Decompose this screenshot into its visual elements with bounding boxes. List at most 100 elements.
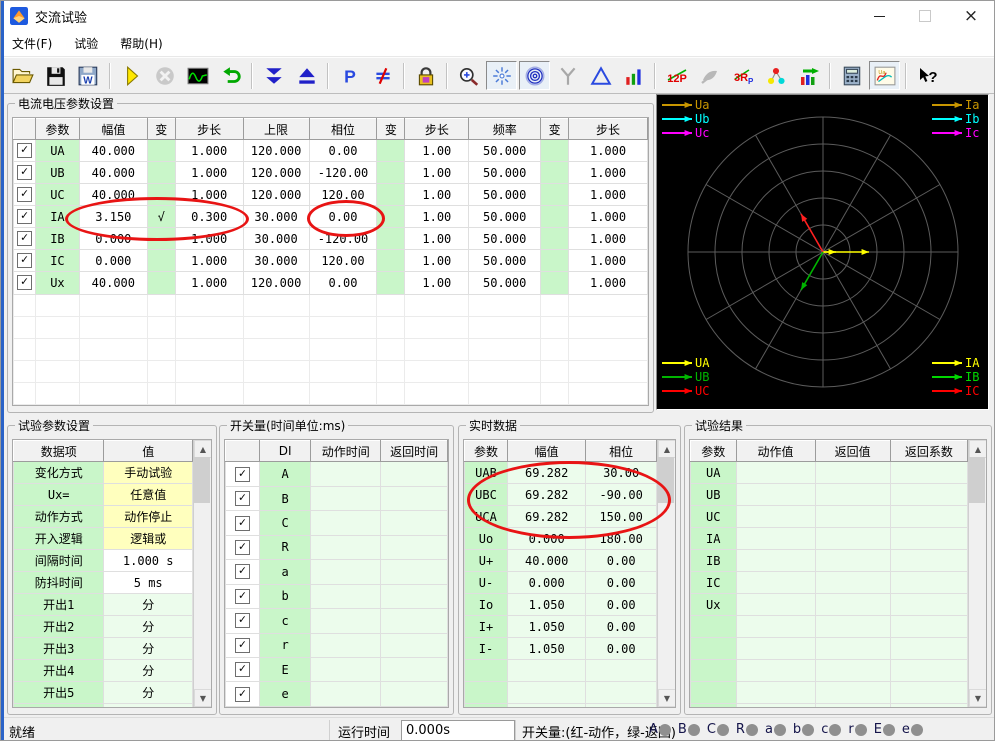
step-up-icon[interactable] [291, 61, 322, 90]
help-icon[interactable]: ? [912, 61, 943, 90]
scroll-down-icon[interactable]: ▼ [969, 689, 986, 707]
param-value-cell[interactable]: 0.000 [78, 249, 148, 273]
param-value-cell[interactable]: 1.000 [174, 183, 244, 207]
param-value-cell[interactable] [376, 205, 406, 229]
runtime-value-box[interactable]: 0.000s [401, 720, 515, 740]
param-value-cell[interactable]: 50.000 [468, 205, 542, 229]
param-value-cell[interactable]: 1.00 [404, 249, 470, 273]
value-cell[interactable]: 动作停止 [103, 505, 193, 528]
param-value-cell[interactable]: 0.300 [174, 205, 244, 229]
param-value-cell[interactable]: 0.00 [308, 271, 378, 295]
row-checkbox[interactable]: ✓ [234, 539, 250, 555]
scroll-thumb[interactable] [194, 457, 210, 503]
row-checkbox[interactable]: ✓ [234, 588, 250, 604]
param-value-cell[interactable] [146, 183, 176, 207]
row-checkbox[interactable]: ✓ [16, 143, 32, 159]
param-value-cell[interactable] [376, 183, 406, 207]
value-cell[interactable]: 分 [103, 637, 193, 660]
param-value-cell[interactable]: 40.000 [78, 271, 148, 295]
param-value-cell[interactable]: 1.000 [568, 205, 648, 229]
param-value-cell[interactable] [376, 271, 406, 295]
value-cell[interactable]: 手动试验 [103, 461, 193, 484]
param-value-cell[interactable]: 120.000 [242, 139, 310, 163]
param-value-cell[interactable]: -120.00 [308, 161, 378, 185]
param-value-cell[interactable] [540, 227, 570, 251]
maximize-button[interactable] [902, 1, 948, 31]
menu-item-2[interactable]: 帮助(H) [109, 32, 173, 55]
row-checkbox[interactable]: ✓ [234, 564, 250, 580]
param-value-cell[interactable] [146, 161, 176, 185]
param-value-cell[interactable]: 1.00 [404, 205, 470, 229]
trend-chart-icon[interactable] [793, 61, 824, 90]
param-value-cell[interactable]: 120.00 [308, 183, 378, 207]
param-value-cell[interactable] [376, 139, 406, 163]
harmonic-bars-icon[interactable] [618, 61, 649, 90]
param-value-cell[interactable]: 30.000 [242, 227, 310, 251]
param-value-cell[interactable]: 1.000 [568, 139, 648, 163]
row-checkbox[interactable]: ✓ [16, 209, 32, 225]
row-checkbox[interactable]: ✓ [16, 275, 32, 291]
export-report-icon[interactable]: W [73, 61, 104, 90]
row-checkbox[interactable]: ✓ [16, 187, 32, 203]
test-params-scrollbar[interactable]: ▲ ▼ [193, 440, 211, 707]
scroll-down-icon[interactable]: ▼ [194, 689, 211, 707]
value-cell[interactable]: 分 [103, 615, 193, 638]
vector-diagram-icon[interactable]: Ua [869, 61, 900, 90]
realtime-scrollbar[interactable]: ▲ ▼ [657, 440, 675, 707]
param-value-cell[interactable]: 1.000 [568, 249, 648, 273]
row-checkbox[interactable]: ✓ [234, 637, 250, 653]
param-value-cell[interactable] [540, 271, 570, 295]
param-value-cell[interactable]: 0.00 [308, 205, 378, 229]
minimize-button[interactable] [856, 1, 902, 31]
param-value-cell[interactable]: 30.000 [242, 205, 310, 229]
start-test-icon[interactable] [116, 61, 147, 90]
param-value-cell[interactable]: √ [146, 205, 176, 229]
param-value-cell[interactable]: 1.00 [404, 183, 470, 207]
value-cell[interactable]: 5 ms [103, 571, 193, 594]
row-checkbox[interactable]: ✓ [234, 515, 250, 531]
param-value-cell[interactable] [540, 249, 570, 273]
target-rings-icon[interactable] [519, 61, 550, 90]
row-checkbox[interactable]: ✓ [16, 231, 32, 247]
param-value-cell[interactable] [376, 249, 406, 273]
zoom-in-icon[interactable] [453, 61, 484, 90]
value-cell[interactable]: 逻辑或 [103, 527, 193, 550]
param-value-cell[interactable] [146, 227, 176, 251]
param-value-cell[interactable]: 120.000 [242, 271, 310, 295]
vector-dots-icon[interactable] [760, 61, 791, 90]
phase-p-icon[interactable]: P [334, 61, 365, 90]
calculator-icon[interactable] [836, 61, 867, 90]
param-value-cell[interactable]: 40.000 [78, 139, 148, 163]
value-cell[interactable]: 1.000 s [103, 549, 193, 572]
param-value-cell[interactable] [146, 249, 176, 273]
fault-icon[interactable] [694, 61, 725, 90]
scroll-down-icon[interactable]: ▼ [658, 689, 675, 707]
param-value-cell[interactable]: 1.00 [404, 139, 470, 163]
12p-icon[interactable]: 12P [661, 61, 692, 90]
param-value-cell[interactable]: 1.000 [174, 161, 244, 185]
row-checkbox[interactable]: ✓ [234, 662, 250, 678]
param-value-cell[interactable]: 120.000 [242, 183, 310, 207]
lock-icon[interactable] [410, 61, 441, 90]
menu-item-1[interactable]: 试验 [63, 32, 109, 55]
step-down-icon[interactable] [258, 61, 289, 90]
param-value-cell[interactable]: 40.000 [78, 183, 148, 207]
save-file-icon[interactable] [40, 61, 71, 90]
close-button[interactable]: × [948, 1, 994, 31]
y-connection-icon[interactable] [552, 61, 583, 90]
param-value-cell[interactable]: 50.000 [468, 271, 542, 295]
param-value-cell[interactable] [146, 139, 176, 163]
not-equal-icon[interactable] [367, 61, 398, 90]
param-value-cell[interactable]: 1.00 [404, 271, 470, 295]
value-cell[interactable]: 分 [103, 681, 193, 704]
3rp-icon[interactable]: 3R P [727, 61, 758, 90]
value-cell[interactable]: 分 [103, 703, 193, 707]
param-value-cell[interactable] [376, 227, 406, 251]
param-value-cell[interactable]: 40.000 [78, 161, 148, 185]
param-value-cell[interactable]: 1.000 [568, 161, 648, 185]
param-value-cell[interactable]: 1.000 [174, 139, 244, 163]
scroll-up-icon[interactable]: ▲ [969, 440, 986, 458]
param-value-cell[interactable]: 50.000 [468, 183, 542, 207]
param-value-cell[interactable]: 50.000 [468, 227, 542, 251]
param-value-cell[interactable]: 1.000 [568, 227, 648, 251]
